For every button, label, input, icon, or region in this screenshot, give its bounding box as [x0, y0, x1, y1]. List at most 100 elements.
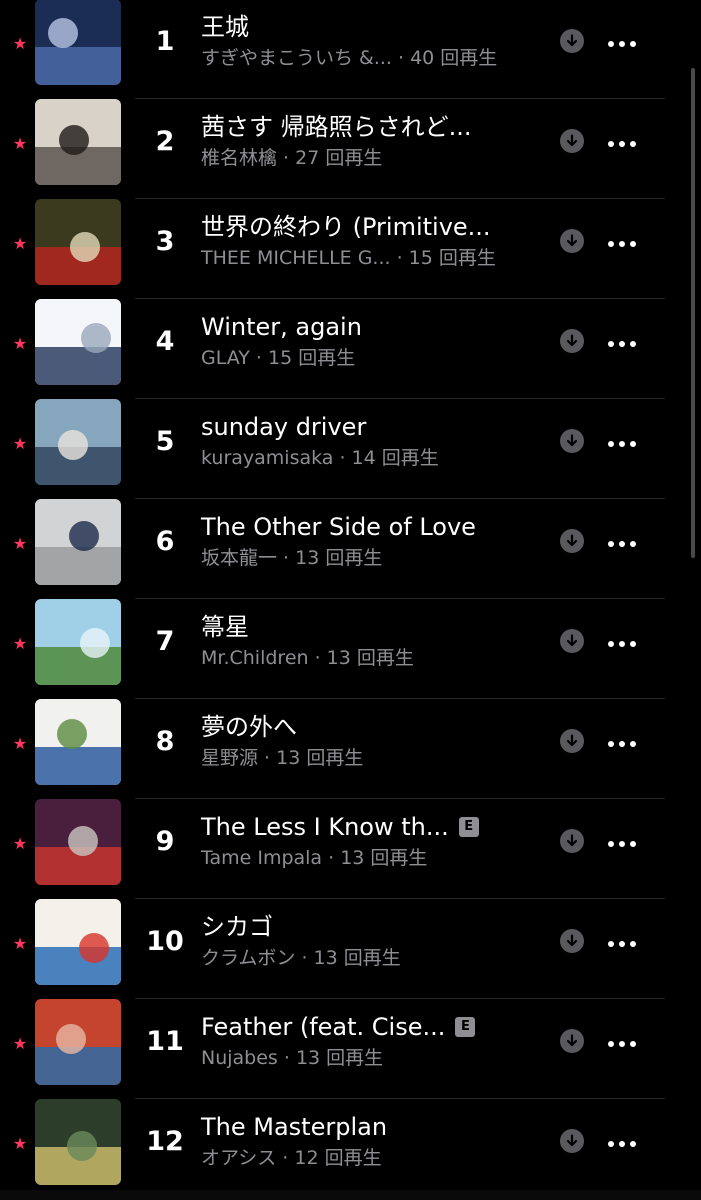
download-button[interactable] [560, 1029, 584, 1053]
more-options-button[interactable] [606, 235, 638, 247]
track-title-line: Feather (feat. Cise... E [201, 1011, 476, 1043]
more-options-button[interactable] [606, 35, 638, 47]
more-options-button[interactable] [606, 735, 638, 747]
track-title-line: The Less I Know th... E [201, 811, 479, 843]
album-artwork-image [35, 1099, 121, 1185]
arrow-down-circle-icon [566, 834, 578, 847]
track-title: 箒星 [201, 613, 249, 641]
track-subtitle: すぎやまこういち &... · 40 回再生 [201, 47, 498, 69]
album-artwork-image [35, 599, 121, 685]
track-row-5[interactable]: ★ 5 sunday driver kurayamisaka · 14 回再生 [0, 399, 701, 499]
track-rank: 7 [155, 626, 175, 657]
album-artwork[interactable] [35, 899, 121, 985]
ellipsis-icon [608, 1041, 636, 1047]
track-subtitle: 坂本龍一 · 13 回再生 [201, 547, 383, 569]
ellipsis-icon [608, 1141, 636, 1147]
track-row-4[interactable]: ★ 4 Winter, again GLAY · 15 回再生 [0, 299, 701, 399]
album-artwork-image [35, 299, 121, 385]
track-row-9[interactable]: ★ 9 The Less I Know th... E Tame Impala … [0, 799, 701, 899]
more-options-button[interactable] [606, 535, 638, 547]
track-title: sunday driver [201, 413, 367, 441]
download-button[interactable] [560, 529, 584, 553]
more-options-button[interactable] [606, 1135, 638, 1147]
ellipsis-icon [608, 841, 636, 847]
download-button[interactable] [560, 329, 584, 353]
more-options-button[interactable] [606, 135, 638, 147]
track-subtitle: GLAY · 15 回再生 [201, 347, 356, 369]
album-artwork[interactable] [35, 399, 121, 485]
track-row-6[interactable]: ★ 6 The Other Side of Love 坂本龍一 · 13 回再生 [0, 499, 701, 599]
bottom-edge [0, 1190, 701, 1200]
album-artwork-image [35, 999, 121, 1085]
download-button[interactable] [560, 1129, 584, 1153]
album-artwork[interactable] [35, 0, 121, 85]
track-title-line: The Masterplan [201, 1111, 387, 1143]
track-title-line: 王城 [201, 11, 249, 43]
arrow-down-circle-icon [566, 734, 578, 747]
more-options-button[interactable] [606, 835, 638, 847]
favorite-star-icon: ★ [12, 434, 28, 453]
arrow-down-circle-icon [566, 334, 578, 347]
more-options-button[interactable] [606, 635, 638, 647]
track-title: The Other Side of Love [201, 513, 476, 541]
track-row-2[interactable]: ★ 2 茜さす 帰路照らされど... 椎名林檎 · 27 回再生 [0, 99, 701, 199]
album-artwork-image [35, 199, 121, 285]
album-artwork[interactable] [35, 299, 121, 385]
track-subtitle: Tame Impala · 13 回再生 [201, 847, 428, 869]
download-button[interactable] [560, 129, 584, 153]
arrow-down-circle-icon [566, 34, 578, 47]
more-options-button[interactable] [606, 935, 638, 947]
album-artwork[interactable] [35, 699, 121, 785]
track-title-line: 茜さす 帰路照らされど... [201, 111, 472, 143]
track-rank: 11 [146, 1026, 184, 1057]
download-button[interactable] [560, 629, 584, 653]
scroll-indicator[interactable] [691, 68, 695, 558]
track-title: 王城 [201, 13, 249, 41]
more-options-button[interactable] [606, 435, 638, 447]
track-row-11[interactable]: ★ 11 Feather (feat. Cise... E Nujabes · … [0, 999, 701, 1099]
ellipsis-icon [608, 541, 636, 547]
track-row-8[interactable]: ★ 8 夢の外へ 星野源 · 13 回再生 [0, 699, 701, 799]
track-rank: 8 [155, 726, 175, 757]
track-row-1[interactable]: ★ 1 王城 すぎやまこういち &... · 40 回再生 [0, 0, 701, 99]
download-button[interactable] [560, 29, 584, 53]
track-title: Winter, again [201, 313, 362, 341]
more-options-button[interactable] [606, 1035, 638, 1047]
track-subtitle: Nujabes · 13 回再生 [201, 1047, 384, 1069]
album-artwork[interactable] [35, 999, 121, 1085]
album-artwork[interactable] [35, 1099, 121, 1185]
favorite-star-icon: ★ [12, 934, 28, 953]
ellipsis-icon [608, 741, 636, 747]
arrow-down-circle-icon [566, 234, 578, 247]
download-button[interactable] [560, 929, 584, 953]
album-artwork[interactable] [35, 199, 121, 285]
album-artwork[interactable] [35, 499, 121, 585]
favorite-star-icon: ★ [12, 834, 28, 853]
album-artwork[interactable] [35, 799, 121, 885]
explicit-badge-icon: E [458, 817, 479, 837]
album-artwork-image [35, 99, 121, 185]
download-button[interactable] [560, 729, 584, 753]
track-title: 夢の外へ [201, 713, 297, 741]
track-row-7[interactable]: ★ 7 箒星 Mr.Children · 13 回再生 [0, 599, 701, 699]
track-rank: 1 [155, 26, 175, 57]
download-button[interactable] [560, 829, 584, 853]
download-button[interactable] [560, 429, 584, 453]
track-row-12[interactable]: ★ 12 The Masterplan オアシス · 12 回再生 [0, 1099, 701, 1199]
album-artwork[interactable] [35, 599, 121, 685]
favorite-star-icon: ★ [12, 534, 28, 553]
track-rank: 4 [155, 326, 175, 357]
track-rank: 6 [155, 526, 175, 557]
track-title-line: シカゴ [201, 911, 273, 943]
album-artwork[interactable] [35, 99, 121, 185]
ellipsis-icon [608, 241, 636, 247]
ellipsis-icon [608, 441, 636, 447]
track-title: The Masterplan [201, 1113, 388, 1141]
download-button[interactable] [560, 229, 584, 253]
track-subtitle: クラムボン · 13 回再生 [201, 947, 401, 969]
track-title-line: 世界の終わり (Primitive... [201, 211, 491, 243]
track-row-10[interactable]: ★ 10 シカゴ クラムボン · 13 回再生 [0, 899, 701, 999]
favorite-star-icon: ★ [12, 234, 28, 253]
more-options-button[interactable] [606, 335, 638, 347]
track-row-3[interactable]: ★ 3 世界の終わり (Primitive... THEE MICHELLE G… [0, 199, 701, 299]
